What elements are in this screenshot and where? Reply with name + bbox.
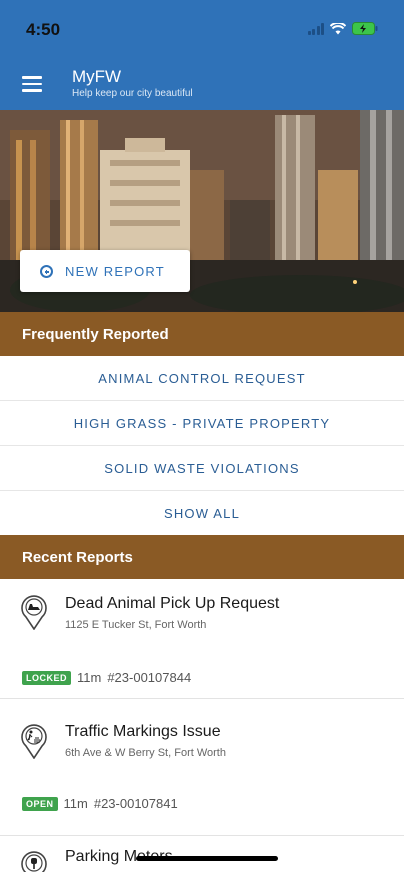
- status-icons: [307, 22, 379, 35]
- report-number: #23-00107844: [107, 670, 192, 685]
- status-time: 4:50: [26, 20, 61, 39]
- dead-animal-icon: [21, 594, 47, 631]
- status-badge: OPEN: [22, 796, 58, 811]
- report-age: 11m: [63, 796, 88, 811]
- add-circle-icon: [40, 264, 53, 278]
- freq-item-high-grass[interactable]: HIGH GRASS - PRIVATE PROPERTY: [0, 401, 404, 446]
- report-address: 1125 E Tucker St, Fort Worth: [65, 619, 207, 631]
- report-item[interactable]: Parking Meters: [0, 836, 404, 872]
- new-report-label: NEW REPORT: [65, 263, 165, 279]
- menu-button[interactable]: [22, 76, 42, 92]
- new-report-button[interactable]: NEW REPORT: [20, 250, 190, 292]
- traffic-marking-icon: [21, 723, 47, 760]
- app-title: MyFW: [72, 67, 122, 86]
- recent-reports-header: Recent Reports: [0, 535, 404, 579]
- show-all-link[interactable]: SHOW ALL: [0, 491, 404, 536]
- frequently-reported-header: Frequently Reported: [0, 312, 404, 356]
- battery-charging-icon: [352, 22, 378, 35]
- freq-item-solid-waste[interactable]: SOLID WASTE VIOLATIONS: [0, 446, 404, 491]
- status-badge: LOCKED: [22, 670, 71, 685]
- report-number: #23-00107841: [93, 796, 178, 811]
- report-address: 6th Ave & W Berry St, Fort Worth: [65, 747, 226, 759]
- app-subtitle: Help keep our city beautiful: [72, 88, 193, 99]
- parking-meter-icon: [21, 850, 47, 872]
- freq-item-animal-control[interactable]: ANIMAL CONTROL REQUEST: [0, 356, 404, 401]
- home-indicator: [136, 856, 278, 861]
- report-meta: LOCKED 11m #23-00107844: [22, 670, 191, 685]
- report-item[interactable]: Traffic Markings Issue 6th Ave & W Berry…: [0, 699, 404, 817]
- report-item[interactable]: Dead Animal Pick Up Request 1125 E Tucke…: [0, 580, 404, 698]
- report-meta: OPEN 11m #23-00107841: [22, 796, 178, 811]
- report-title: Dead Animal Pick Up Request: [65, 595, 280, 612]
- report-title: Traffic Markings Issue: [65, 723, 221, 740]
- signal-icon: [307, 22, 324, 35]
- app-header: 4:50 MyFW Help keep our city beautiful: [0, 0, 404, 110]
- wifi-icon: [330, 22, 346, 35]
- report-age: 11m: [77, 670, 102, 685]
